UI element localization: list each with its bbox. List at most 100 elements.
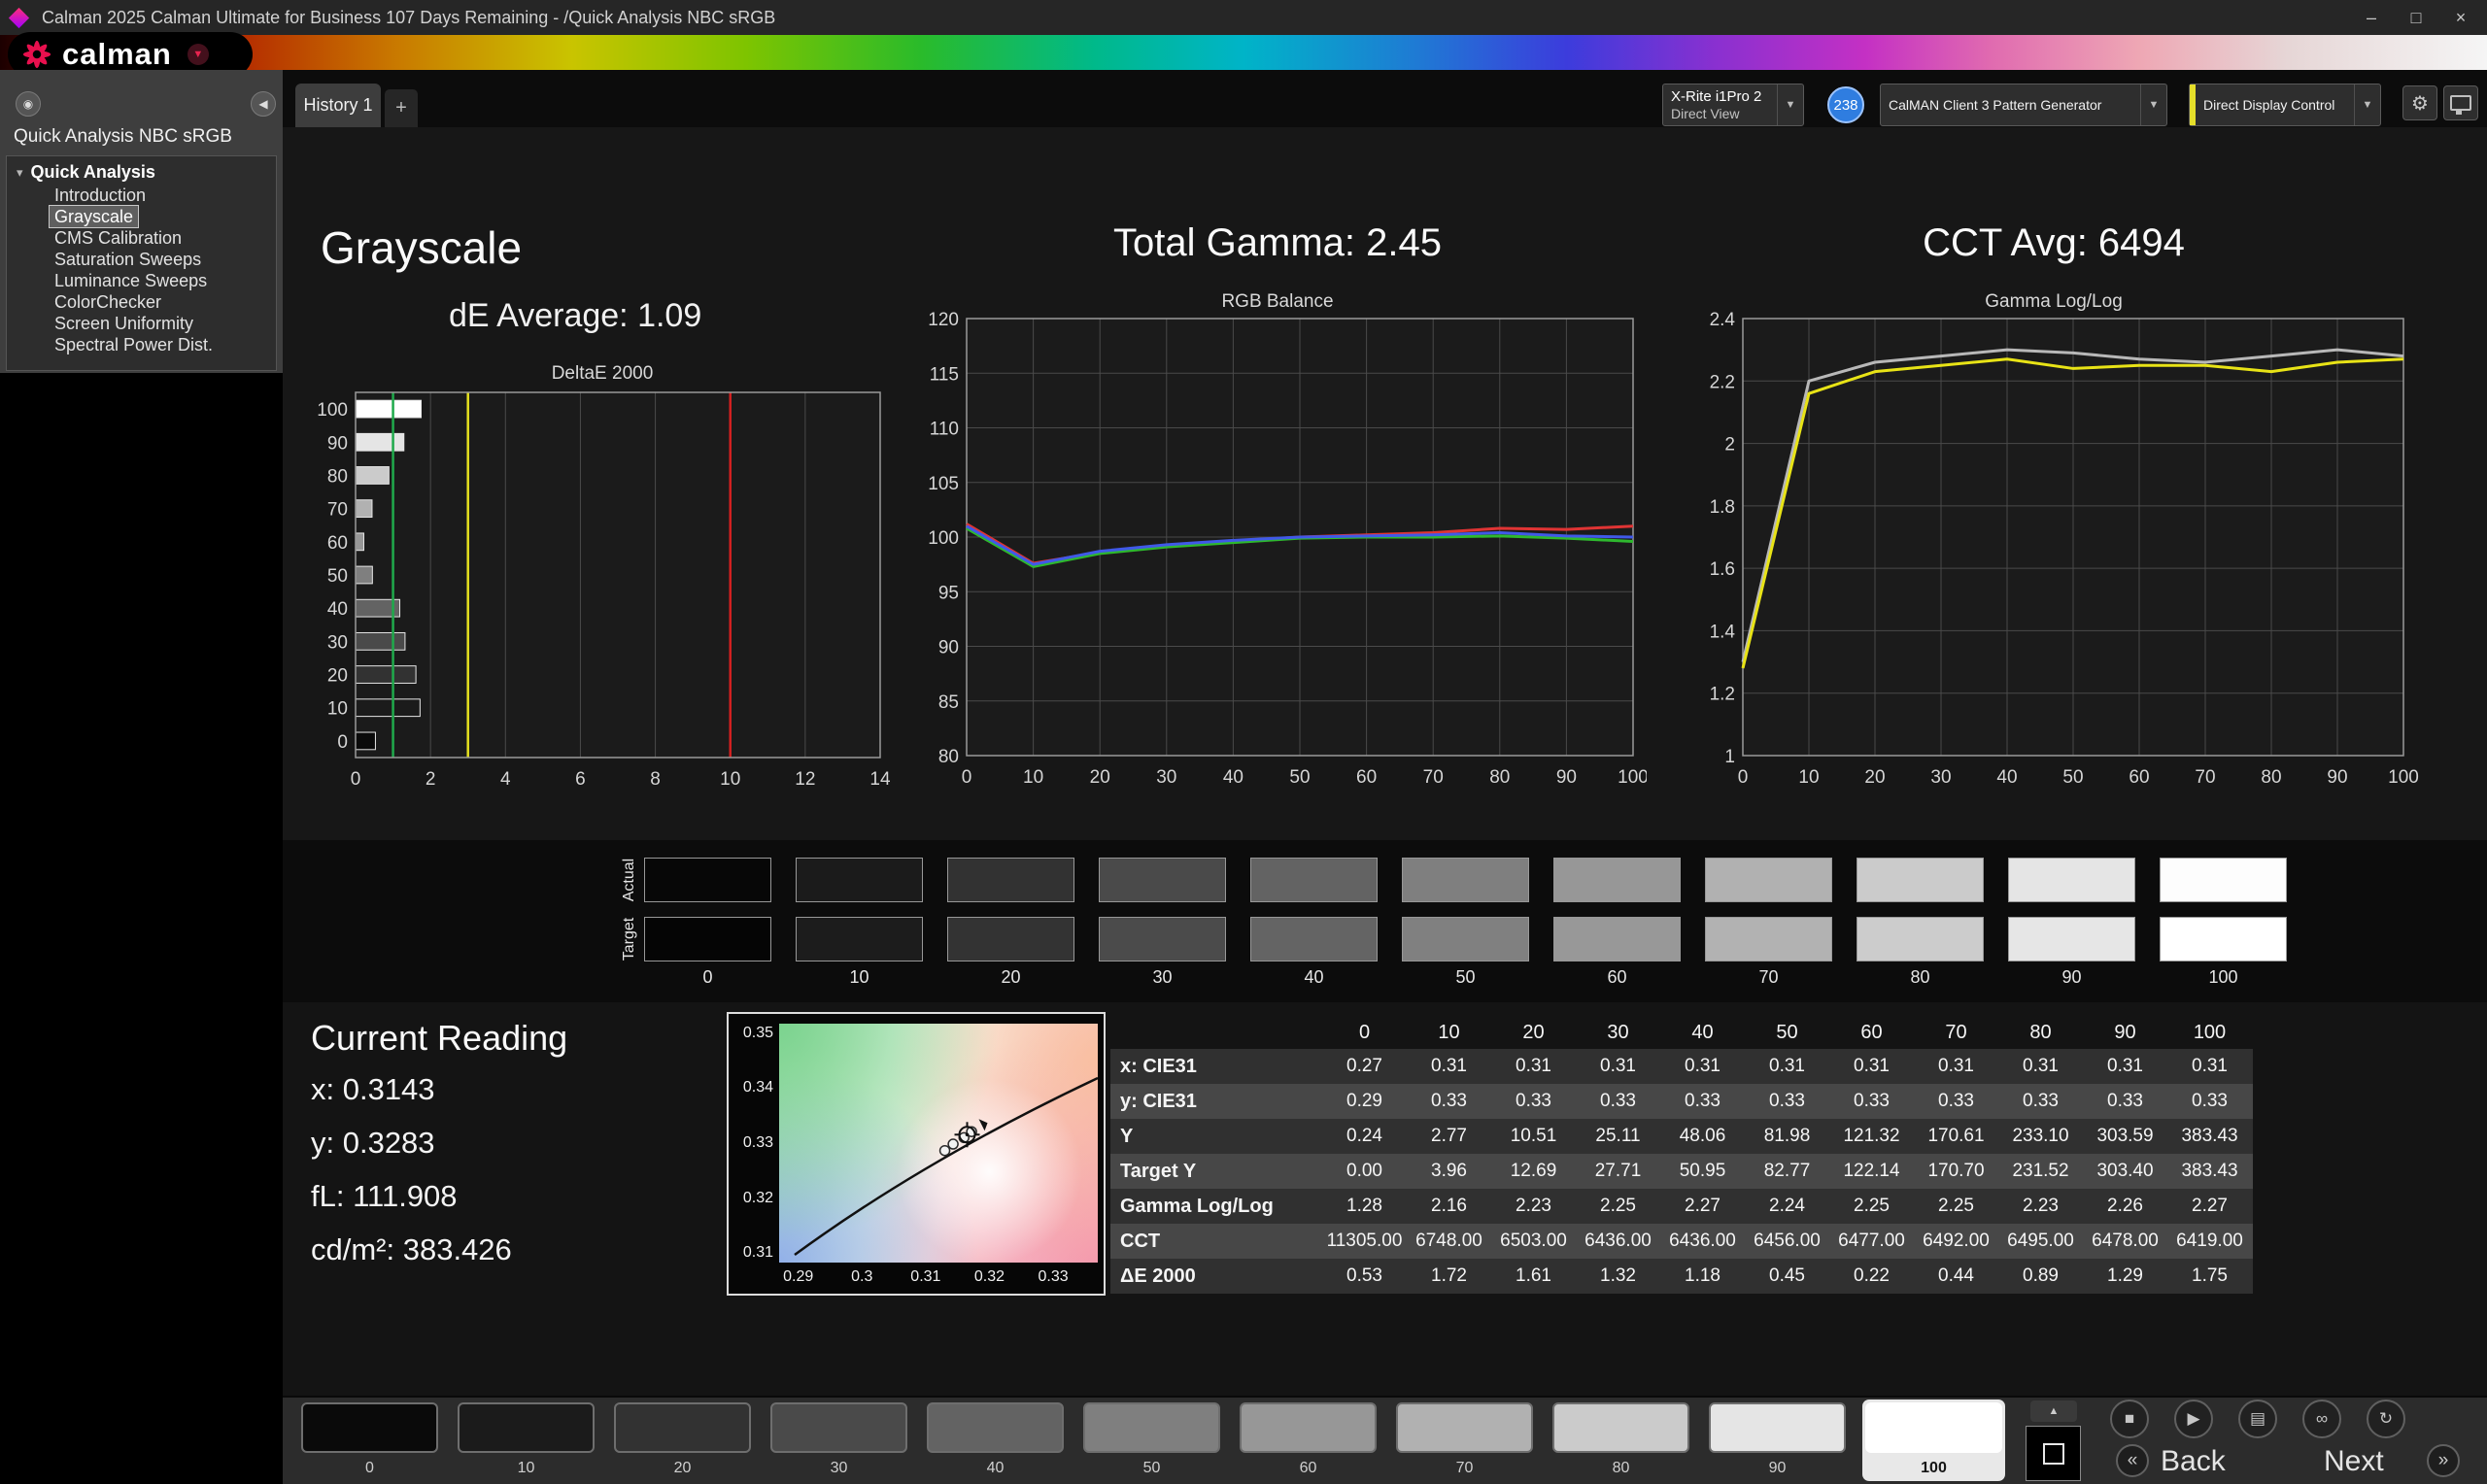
table-col-header: 90 [2083, 1022, 2167, 1044]
row-label: Y [1110, 1126, 1322, 1148]
cie-x-tick: 0.31 [906, 1268, 945, 1286]
patch-label: 40 [924, 1460, 1067, 1477]
table-cell: 2.26 [2083, 1196, 2167, 1217]
actual-swatch-0 [644, 858, 771, 902]
footer-patch-80[interactable]: 80 [1550, 1400, 1692, 1481]
next-chevrons-icon[interactable]: » [2427, 1444, 2460, 1477]
table-cell: 0.00 [1322, 1161, 1407, 1182]
gamma-loglog-chart: 010203040506070809010011.21.41.61.822.22… [1688, 311, 2419, 796]
meter-mode: Direct View [1671, 106, 1769, 122]
pattern-window-tile[interactable] [2026, 1426, 2081, 1481]
table-cell: 0.33 [1914, 1091, 1998, 1112]
tree-root-quick-analysis[interactable]: ▾ Quick Analysis [7, 156, 276, 185]
meter-dropdown[interactable]: X-Rite i1Pro 2 Direct View ▼ [1662, 84, 1804, 126]
deltae-bar-10 [356, 699, 420, 717]
svg-text:1.8: 1.8 [1710, 497, 1735, 518]
svg-text:80: 80 [938, 747, 959, 767]
sidebar-item-saturation-sweeps[interactable]: Saturation Sweeps [50, 249, 206, 270]
table-cell: 0.33 [1491, 1091, 1576, 1112]
settings-button[interactable]: ⚙ [2402, 85, 2437, 120]
gear-icon: ⚙ [2411, 91, 2429, 116]
scroll-up-button[interactable]: ▲ [2030, 1400, 2077, 1422]
actual-swatch-60 [1553, 858, 1681, 902]
maximize-button[interactable]: □ [2394, 0, 2438, 35]
svg-text:14: 14 [869, 769, 891, 790]
table-cell: 2.27 [2167, 1196, 2252, 1217]
close-button[interactable]: × [2438, 0, 2483, 35]
patch-chip [614, 1402, 751, 1453]
display-control-dropdown[interactable]: Direct Display Control ▼ [2189, 84, 2381, 126]
play-button[interactable]: ▶ [2174, 1400, 2213, 1438]
reading-y: y: 0.3283 [311, 1126, 512, 1179]
table-row-e-2000: ΔE 20000.531.721.611.321.180.450.220.440… [1110, 1259, 2253, 1294]
table-cell: 0.29 [1322, 1091, 1407, 1112]
svg-text:2.4: 2.4 [1710, 311, 1736, 330]
back-button[interactable]: Back [2161, 1445, 2226, 1478]
pattern-generator-dropdown[interactable]: CalMAN Client 3 Pattern Generator ▼ [1880, 84, 2167, 126]
minimize-button[interactable]: – [2349, 0, 2394, 35]
svg-text:2.2: 2.2 [1710, 372, 1735, 392]
patch-label: 30 [767, 1460, 910, 1477]
calman-brand-text: calman [62, 37, 172, 72]
svg-text:100: 100 [928, 528, 959, 549]
target-swatch-100 [2160, 917, 2287, 961]
sidebar-item-cms-calibration[interactable]: CMS Calibration [50, 227, 187, 249]
table-cell: 0.33 [1998, 1091, 2083, 1112]
refresh-button[interactable]: ↻ [2367, 1400, 2405, 1438]
table-cell: 0.31 [1491, 1056, 1576, 1077]
target-swatch-20 [947, 917, 1074, 961]
display-settings-button[interactable] [2443, 85, 2478, 120]
chevron-down-icon: ▼ [1777, 84, 1803, 125]
footer-patch-10[interactable]: 10 [455, 1400, 597, 1481]
save-button[interactable]: ▤ [2238, 1400, 2277, 1438]
table-cell: 2.27 [1660, 1196, 1745, 1217]
swatch-level-label: 10 [796, 967, 923, 988]
table-cell: 1.61 [1491, 1265, 1576, 1287]
footer-patch-90[interactable]: 90 [1706, 1400, 1849, 1481]
sidebar-item-colorchecker[interactable]: ColorChecker [50, 291, 166, 313]
svg-text:10: 10 [720, 769, 740, 790]
table-cell: 6503.00 [1491, 1231, 1576, 1252]
footer-patch-50[interactable]: 50 [1080, 1400, 1223, 1481]
stop-button[interactable]: ■ [2110, 1400, 2149, 1438]
continuous-button[interactable]: ∞ [2302, 1400, 2341, 1438]
footer-patch-0[interactable]: 0 [298, 1400, 441, 1481]
patch-label: 0 [298, 1460, 441, 1477]
sidebar-item-introduction[interactable]: Introduction [50, 185, 151, 206]
sidebar-item-grayscale[interactable]: Grayscale [50, 206, 138, 227]
svg-text:0: 0 [351, 769, 361, 790]
back-chevrons-icon[interactable]: « [2116, 1444, 2149, 1477]
sidebar-item-spectral-power-dist[interactable]: Spectral Power Dist. [50, 334, 218, 355]
next-button[interactable]: Next [2324, 1445, 2384, 1478]
patch-chip [770, 1402, 907, 1453]
table-col-header: 0 [1322, 1022, 1407, 1044]
target-icon-button[interactable]: ◉ [16, 91, 41, 117]
table-col-header: 80 [1998, 1022, 2083, 1044]
footer-patch-70[interactable]: 70 [1393, 1400, 1536, 1481]
sidebar-item-luminance-sweeps[interactable]: Luminance Sweeps [50, 270, 212, 291]
chevron-down-icon[interactable]: ▼ [187, 44, 209, 65]
table-cell: 0.31 [1407, 1056, 1491, 1077]
swatch-level-label: 30 [1099, 967, 1226, 988]
cie-chromaticity-chart: 0.350.340.330.320.310.290.30.310.320.33 [727, 1012, 1106, 1296]
footer-patch-100[interactable]: 100 [1862, 1400, 2005, 1481]
table-row-y-cie31: y: CIE310.290.330.330.330.330.330.330.33… [1110, 1084, 2253, 1119]
sidebar-item-screen-uniformity[interactable]: Screen Uniformity [50, 313, 198, 334]
deltae-chart-title: DeltaE 2000 [311, 363, 894, 385]
svg-text:105: 105 [928, 474, 959, 494]
patch-label: 20 [611, 1460, 754, 1477]
table-cell: 0.33 [1660, 1091, 1745, 1112]
tab-history-1[interactable]: History 1 [295, 84, 381, 127]
table-cell: 2.25 [1829, 1196, 1914, 1217]
table-cell: 0.31 [1998, 1056, 2083, 1077]
deltae-bar-0 [356, 732, 375, 750]
footer-patch-40[interactable]: 40 [924, 1400, 1067, 1481]
measured-point [948, 1139, 958, 1149]
footer-patch-60[interactable]: 60 [1237, 1400, 1380, 1481]
footer-patch-30[interactable]: 30 [767, 1400, 910, 1481]
svg-text:12: 12 [795, 769, 815, 790]
footer-patch-20[interactable]: 20 [611, 1400, 754, 1481]
add-tab-button[interactable]: + [385, 89, 418, 127]
table-cell: 2.77 [1407, 1126, 1491, 1147]
sidebar-collapse-button[interactable]: ◀ [251, 91, 276, 117]
